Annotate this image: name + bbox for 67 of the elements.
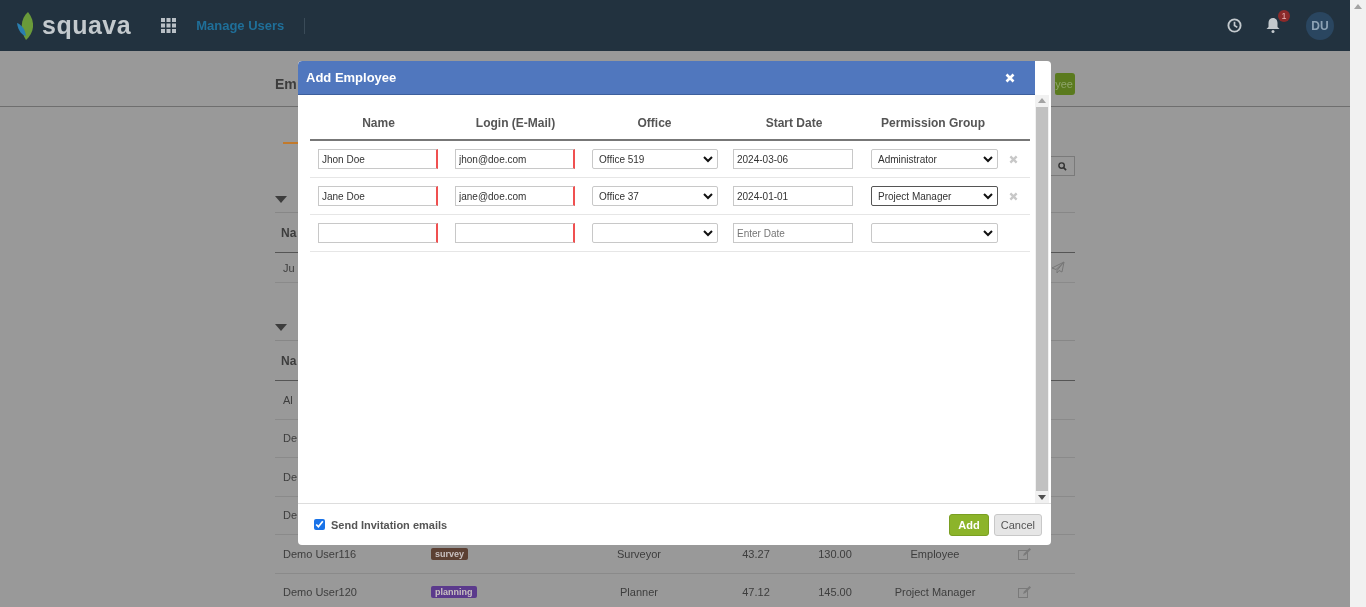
user-name: De (283, 432, 298, 445)
user-name: Demo User116 (283, 547, 357, 560)
dialog-title: Add Employee (306, 70, 397, 85)
permission-group-select[interactable] (871, 223, 998, 243)
apps-grid-icon[interactable] (161, 18, 177, 33)
user-role: Surveyor (617, 547, 661, 560)
office-select[interactable] (592, 223, 718, 243)
user-name: Al (283, 393, 293, 406)
user-name: De (283, 509, 298, 522)
name-field[interactable]: Jane Doe (318, 186, 438, 206)
name-field[interactable] (318, 223, 438, 243)
logo-text: squava (42, 11, 132, 40)
chevron-down-icon (703, 229, 713, 237)
send-invitations-checkbox[interactable] (314, 519, 325, 530)
edit-icon[interactable] (1018, 586, 1031, 599)
send-icon[interactable] (1051, 261, 1065, 274)
column-header: Permission Group (881, 116, 985, 130)
column-header: Start Date (765, 116, 823, 130)
cancel-button[interactable]: Cancel (993, 513, 1042, 536)
user-tag: planning (431, 586, 477, 599)
remove-row-icon[interactable] (1009, 154, 1018, 164)
name-field[interactable]: Jhon Doe (318, 149, 438, 169)
permission-group: Employee (910, 547, 960, 560)
start-date-field[interactable]: 2024-03-06 (733, 149, 853, 169)
chevron-down-icon (703, 192, 713, 200)
office-select[interactable]: Office 37 (592, 186, 718, 206)
column-header: Na (281, 225, 297, 240)
column-header: Office (637, 116, 672, 130)
close-icon[interactable] (1005, 72, 1015, 83)
user-name: De (283, 470, 298, 483)
user-avatar[interactable]: DU (1306, 11, 1334, 40)
user-tag: survey (431, 547, 469, 560)
scrollbar-thumb[interactable] (1036, 107, 1048, 491)
scroll-up-icon[interactable] (1354, 4, 1362, 9)
chevron-down-icon (983, 155, 993, 163)
column-header: Login (E-Mail) (475, 116, 556, 130)
bell-icon[interactable] (1266, 16, 1280, 33)
chevron-down-icon (703, 155, 713, 163)
email-field[interactable] (455, 223, 575, 243)
price-value: 130.00 (818, 547, 852, 560)
permission-group: Project Manager (894, 586, 976, 599)
permission-group-select[interactable]: Project Manager (871, 186, 998, 206)
office-select[interactable]: Office 519 (592, 149, 718, 169)
checkbox-label: Send Invitation emails (331, 518, 448, 531)
edit-icon[interactable] (1018, 547, 1031, 560)
notification-badge: 1 (1278, 9, 1290, 22)
email-field[interactable]: jhon@doe.com (455, 149, 575, 169)
remove-row-icon[interactable] (1009, 191, 1018, 201)
email-field[interactable]: jane@doe.com (455, 186, 575, 206)
user-role: Planner (620, 586, 658, 599)
rate-value: 47.12 (742, 586, 770, 599)
collapse-caret-icon[interactable] (275, 324, 287, 331)
chevron-down-icon (983, 229, 993, 237)
page-title: Em (275, 75, 297, 92)
permission-group-select[interactable]: Administrator (871, 149, 998, 169)
search-icon (1058, 161, 1067, 171)
user-name: Demo User120 (283, 586, 357, 599)
rate-value: 43.27 (742, 547, 770, 560)
user-name: Ju (283, 261, 295, 274)
chevron-down-icon (983, 192, 993, 200)
column-header: Na (281, 353, 297, 368)
column-header: Name (362, 116, 395, 130)
collapse-caret-icon[interactable] (275, 196, 287, 203)
clock-icon[interactable] (1227, 18, 1242, 33)
price-value: 145.00 (818, 586, 852, 599)
start-date-field[interactable]: Enter Date (733, 223, 853, 243)
start-date-field[interactable]: 2024-01-01 (733, 186, 853, 206)
